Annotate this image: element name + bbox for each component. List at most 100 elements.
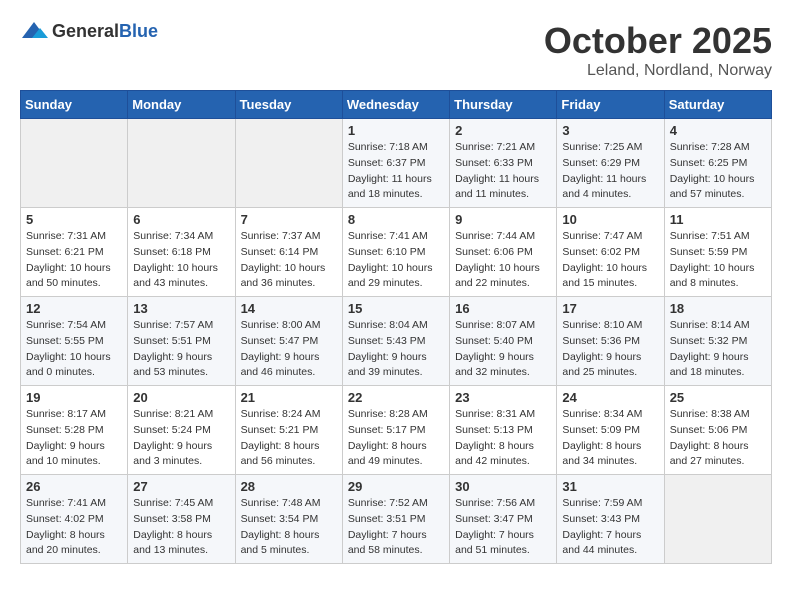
logo: GeneralBlue: [20, 20, 158, 42]
day-number: 12: [26, 301, 122, 316]
weekday-header-monday: Monday: [128, 91, 235, 119]
day-number: 13: [133, 301, 229, 316]
calendar-cell: 20 Sunrise: 8:21 AM Sunset: 5:24 PM Dayli…: [128, 386, 235, 475]
day-info: Sunrise: 7:34 AM Sunset: 6:18 PM Dayligh…: [133, 229, 229, 292]
day-number: 10: [562, 212, 658, 227]
calendar-cell: 31 Sunrise: 7:59 AM Sunset: 3:43 PM Dayli…: [557, 475, 664, 564]
day-info: Sunrise: 7:59 AM Sunset: 3:43 PM Dayligh…: [562, 496, 658, 559]
day-number: 6: [133, 212, 229, 227]
calendar-cell: 1 Sunrise: 7:18 AM Sunset: 6:37 PM Daylig…: [342, 119, 449, 208]
day-info: Sunrise: 7:51 AM Sunset: 5:59 PM Dayligh…: [670, 229, 766, 292]
day-number: 31: [562, 479, 658, 494]
calendar-cell: 17 Sunrise: 8:10 AM Sunset: 5:36 PM Dayli…: [557, 297, 664, 386]
day-info: Sunrise: 8:38 AM Sunset: 5:06 PM Dayligh…: [670, 407, 766, 470]
calendar-cell: 9 Sunrise: 7:44 AM Sunset: 6:06 PM Daylig…: [450, 208, 557, 297]
day-info: Sunrise: 8:28 AM Sunset: 5:17 PM Dayligh…: [348, 407, 444, 470]
day-info: Sunrise: 7:44 AM Sunset: 6:06 PM Dayligh…: [455, 229, 551, 292]
calendar-week-row: 26 Sunrise: 7:41 AM Sunset: 4:02 PM Dayli…: [21, 475, 772, 564]
day-info: Sunrise: 7:41 AM Sunset: 4:02 PM Dayligh…: [26, 496, 122, 559]
day-info: Sunrise: 7:37 AM Sunset: 6:14 PM Dayligh…: [241, 229, 337, 292]
calendar-cell: [21, 119, 128, 208]
calendar-cell: 7 Sunrise: 7:37 AM Sunset: 6:14 PM Daylig…: [235, 208, 342, 297]
day-number: 8: [348, 212, 444, 227]
weekday-header-tuesday: Tuesday: [235, 91, 342, 119]
day-info: Sunrise: 7:54 AM Sunset: 5:55 PM Dayligh…: [26, 318, 122, 381]
day-number: 22: [348, 390, 444, 405]
calendar-cell: 13 Sunrise: 7:57 AM Sunset: 5:51 PM Dayli…: [128, 297, 235, 386]
calendar-table: SundayMondayTuesdayWednesdayThursdayFrid…: [20, 90, 772, 564]
day-info: Sunrise: 7:31 AM Sunset: 6:21 PM Dayligh…: [26, 229, 122, 292]
calendar-cell: 18Sunrise: 8:14 AM Sunset: 5:32 PM Dayli…: [664, 297, 771, 386]
day-number: 3: [562, 123, 658, 138]
day-info: Sunrise: 8:00 AM Sunset: 5:47 PM Dayligh…: [241, 318, 337, 381]
day-number: 15: [348, 301, 444, 316]
day-number: 27: [133, 479, 229, 494]
calendar-week-row: 19 Sunrise: 8:17 AM Sunset: 5:28 PM Dayli…: [21, 386, 772, 475]
calendar-cell: 19 Sunrise: 8:17 AM Sunset: 5:28 PM Dayli…: [21, 386, 128, 475]
weekday-header-row: SundayMondayTuesdayWednesdayThursdayFrid…: [21, 91, 772, 119]
day-number: 16: [455, 301, 551, 316]
calendar-cell: 15 Sunrise: 8:04 AM Sunset: 5:43 PM Dayli…: [342, 297, 449, 386]
calendar-cell: 22 Sunrise: 8:28 AM Sunset: 5:17 PM Dayli…: [342, 386, 449, 475]
day-number: 28: [241, 479, 337, 494]
day-number: 18: [670, 301, 766, 316]
calendar-cell: [128, 119, 235, 208]
day-number: 14: [241, 301, 337, 316]
day-info: Sunrise: 8:34 AM Sunset: 5:09 PM Dayligh…: [562, 407, 658, 470]
calendar-cell: 8Sunrise: 7:41 AM Sunset: 6:10 PM Daylig…: [342, 208, 449, 297]
day-number: 24: [562, 390, 658, 405]
day-info: Sunrise: 8:04 AM Sunset: 5:43 PM Dayligh…: [348, 318, 444, 381]
day-number: 2: [455, 123, 551, 138]
calendar-cell: 5Sunrise: 7:31 AM Sunset: 6:21 PM Daylig…: [21, 208, 128, 297]
day-info: Sunrise: 8:07 AM Sunset: 5:40 PM Dayligh…: [455, 318, 551, 381]
day-info: Sunrise: 8:31 AM Sunset: 5:13 PM Dayligh…: [455, 407, 551, 470]
weekday-header-saturday: Saturday: [664, 91, 771, 119]
day-number: 9: [455, 212, 551, 227]
day-info: Sunrise: 8:10 AM Sunset: 5:36 PM Dayligh…: [562, 318, 658, 381]
day-info: Sunrise: 7:48 AM Sunset: 3:54 PM Dayligh…: [241, 496, 337, 559]
day-info: Sunrise: 7:56 AM Sunset: 3:47 PM Dayligh…: [455, 496, 551, 559]
calendar-cell: 10Sunrise: 7:47 AM Sunset: 6:02 PM Dayli…: [557, 208, 664, 297]
calendar-cell: 29Sunrise: 7:52 AM Sunset: 3:51 PM Dayli…: [342, 475, 449, 564]
day-info: Sunrise: 7:52 AM Sunset: 3:51 PM Dayligh…: [348, 496, 444, 559]
day-number: 1: [348, 123, 444, 138]
calendar-cell: 4Sunrise: 7:28 AM Sunset: 6:25 PM Daylig…: [664, 119, 771, 208]
day-info: Sunrise: 7:45 AM Sunset: 3:58 PM Dayligh…: [133, 496, 229, 559]
day-info: Sunrise: 7:25 AM Sunset: 6:29 PM Dayligh…: [562, 140, 658, 203]
logo-blue: Blue: [119, 21, 158, 41]
calendar-cell: [235, 119, 342, 208]
day-info: Sunrise: 7:57 AM Sunset: 5:51 PM Dayligh…: [133, 318, 229, 381]
calendar-cell: 23 Sunrise: 8:31 AM Sunset: 5:13 PM Dayli…: [450, 386, 557, 475]
calendar-cell: 2Sunrise: 7:21 AM Sunset: 6:33 PM Daylig…: [450, 119, 557, 208]
day-info: Sunrise: 8:17 AM Sunset: 5:28 PM Dayligh…: [26, 407, 122, 470]
calendar-cell: [664, 475, 771, 564]
day-number: 25: [670, 390, 766, 405]
weekday-header-thursday: Thursday: [450, 91, 557, 119]
day-number: 7: [241, 212, 337, 227]
logo-icon: [20, 20, 48, 42]
day-number: 20: [133, 390, 229, 405]
day-info: Sunrise: 8:21 AM Sunset: 5:24 PM Dayligh…: [133, 407, 229, 470]
calendar-cell: 21 Sunrise: 8:24 AM Sunset: 5:21 PM Dayli…: [235, 386, 342, 475]
calendar-week-row: 5Sunrise: 7:31 AM Sunset: 6:21 PM Daylig…: [21, 208, 772, 297]
calendar-cell: 3 Sunrise: 7:25 AM Sunset: 6:29 PM Daylig…: [557, 119, 664, 208]
day-number: 19: [26, 390, 122, 405]
calendar-cell: 12 Sunrise: 7:54 AM Sunset: 5:55 PM Dayli…: [21, 297, 128, 386]
location-title: Leland, Nordland, Norway: [544, 62, 772, 80]
weekday-header-sunday: Sunday: [21, 91, 128, 119]
day-number: 21: [241, 390, 337, 405]
day-number: 26: [26, 479, 122, 494]
calendar-week-row: 1 Sunrise: 7:18 AM Sunset: 6:37 PM Daylig…: [21, 119, 772, 208]
day-number: 23: [455, 390, 551, 405]
day-info: Sunrise: 7:18 AM Sunset: 6:37 PM Dayligh…: [348, 140, 444, 203]
weekday-header-friday: Friday: [557, 91, 664, 119]
day-info: Sunrise: 8:24 AM Sunset: 5:21 PM Dayligh…: [241, 407, 337, 470]
calendar-cell: 11 Sunrise: 7:51 AM Sunset: 5:59 PM Dayli…: [664, 208, 771, 297]
header: GeneralBlue October 2025 Leland, Nordlan…: [20, 20, 772, 80]
day-number: 11: [670, 212, 766, 227]
calendar-cell: 28 Sunrise: 7:48 AM Sunset: 3:54 PM Dayli…: [235, 475, 342, 564]
day-number: 17: [562, 301, 658, 316]
month-title: October 2025: [544, 20, 772, 62]
calendar-week-row: 12 Sunrise: 7:54 AM Sunset: 5:55 PM Dayli…: [21, 297, 772, 386]
calendar-cell: 24 Sunrise: 8:34 AM Sunset: 5:09 PM Dayli…: [557, 386, 664, 475]
